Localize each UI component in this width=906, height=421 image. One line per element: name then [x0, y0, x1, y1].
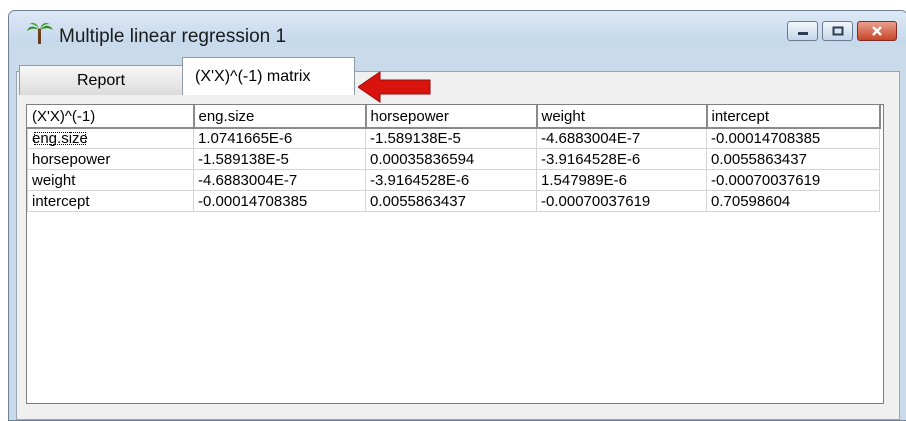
table-cell[interactable]: -0.00070037619	[706, 169, 880, 191]
title-bar[interactable]: Multiple linear regression 1	[9, 11, 906, 47]
column-header[interactable]: intercept	[706, 105, 881, 129]
close-icon	[872, 26, 882, 36]
palm-tree-icon	[27, 22, 53, 44]
table-cell[interactable]: 0.0055863437	[365, 190, 537, 212]
column-header[interactable]: eng.size	[193, 105, 367, 129]
header-row: (X'X)^(-1) eng.size horsepower weight in…	[27, 105, 881, 129]
table-row: intercept -0.00014708385 0.0055863437 -0…	[27, 190, 880, 212]
matrix-grid[interactable]: (X'X)^(-1) eng.size horsepower weight in…	[26, 104, 884, 404]
row-header[interactable]: intercept	[27, 190, 194, 212]
table-cell[interactable]: -3.9164528E-6	[536, 148, 707, 170]
maximize-button[interactable]	[822, 21, 853, 41]
red-arrow-annotation	[358, 71, 431, 103]
minimize-button[interactable]	[787, 21, 818, 41]
table-cell[interactable]: -1.589138E-5	[365, 127, 537, 149]
window-controls	[783, 21, 897, 41]
table-cell[interactable]: -0.00070037619	[536, 190, 707, 212]
column-header[interactable]: weight	[536, 105, 708, 129]
row-header[interactable]: eng.size	[27, 127, 194, 149]
tab-matrix-label: (X'X)^(-1) matrix	[195, 67, 311, 85]
tab-report[interactable]: Report	[19, 65, 183, 95]
corner-header[interactable]: (X'X)^(-1)	[27, 105, 195, 129]
table-cell[interactable]: -4.6883004E-7	[193, 169, 366, 191]
table-row: eng.size 1.0741665E-6 -1.589138E-5 -4.68…	[27, 127, 880, 149]
table-cell[interactable]: -4.6883004E-7	[536, 127, 707, 149]
maximize-icon	[832, 26, 843, 36]
window-title: Multiple linear regression 1	[59, 26, 287, 47]
close-button[interactable]	[857, 21, 897, 41]
tab-report-label: Report	[76, 71, 126, 89]
table-cell[interactable]: 1.547989E-6	[536, 169, 707, 191]
row-label: eng.size	[32, 129, 88, 147]
matrix-table: (X'X)^(-1) eng.size horsepower weight in…	[27, 105, 881, 212]
table-cell[interactable]: -1.589138E-5	[193, 148, 366, 170]
table-row: weight -4.6883004E-7 -3.9164528E-6 1.547…	[27, 169, 880, 191]
table-cell[interactable]: -0.00014708385	[706, 127, 880, 149]
table-cell[interactable]: 0.70598604	[706, 190, 880, 212]
tab-matrix[interactable]: (X'X)^(-1) matrix	[182, 57, 355, 95]
table-cell[interactable]: -0.00014708385	[193, 190, 366, 212]
table-cell[interactable]: 0.00035836594	[365, 148, 537, 170]
column-header[interactable]: horsepower	[365, 105, 538, 129]
table-cell[interactable]: -3.9164528E-6	[365, 169, 537, 191]
table-cell[interactable]: 0.0055863437	[706, 148, 880, 170]
row-header[interactable]: horsepower	[27, 148, 194, 170]
row-header[interactable]: weight	[27, 169, 194, 191]
table-row: horsepower -1.589138E-5 0.00035836594 -3…	[27, 148, 880, 170]
table-cell[interactable]: 1.0741665E-6	[193, 127, 366, 149]
minimize-icon	[797, 32, 808, 35]
